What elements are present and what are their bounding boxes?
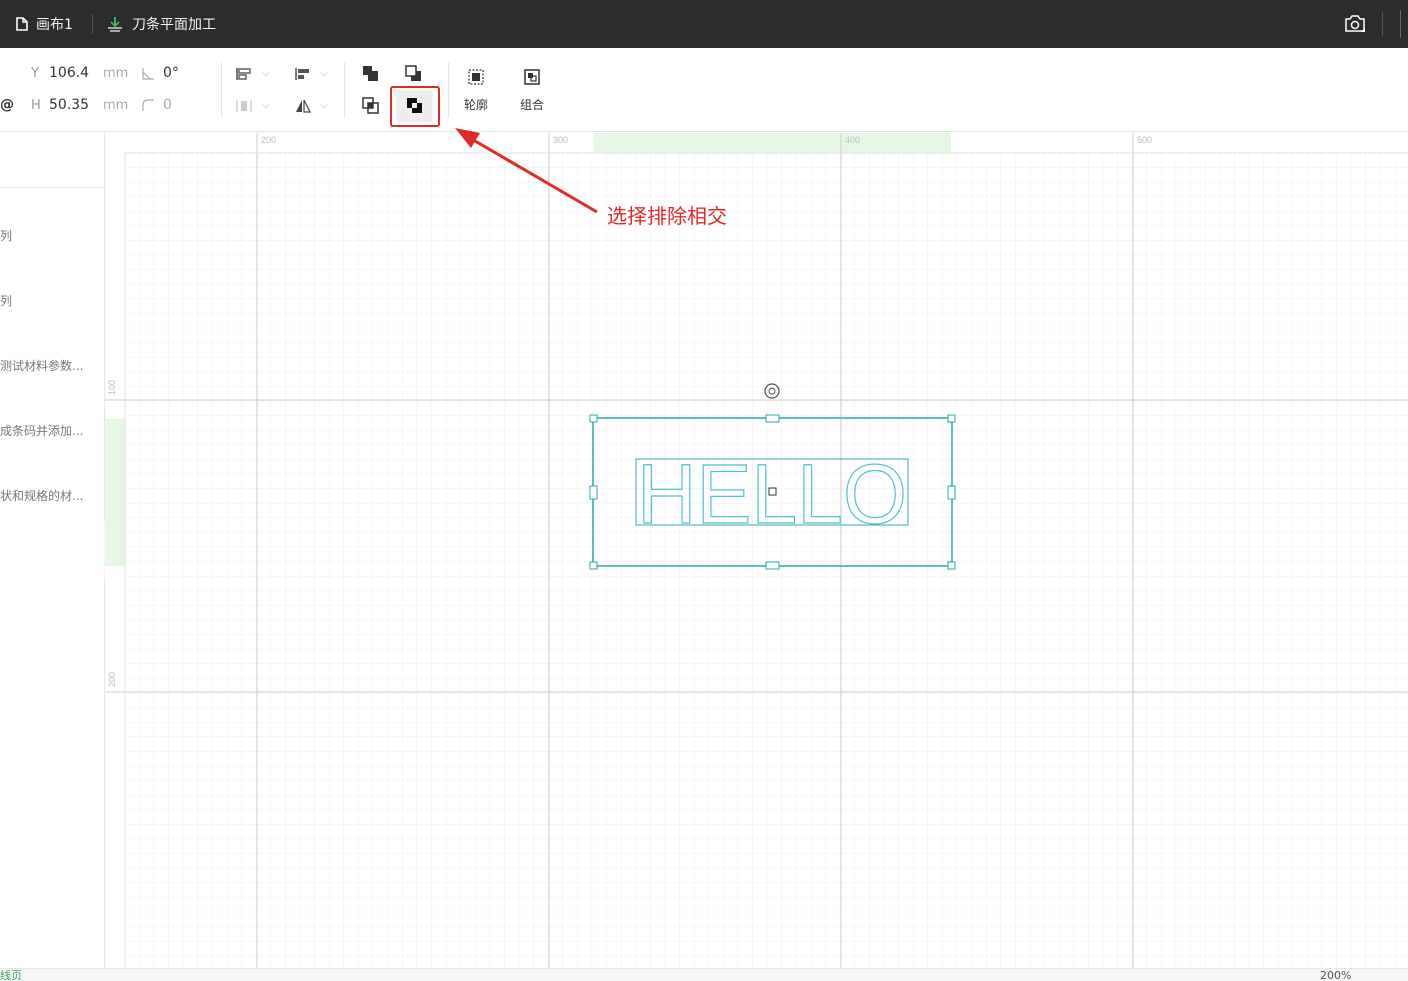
zoom-level[interactable]: 200% [1320,969,1351,981]
annotation-text: 选择排除相交 [607,204,727,228]
status-left-text[interactable]: 线页 [0,969,22,981]
annotation-arrow [455,128,598,214]
app-window: { "tabs": [ {"label": "画布1", "icon": "do… [0,0,1408,981]
status-bar: 线页 200% [0,968,1408,981]
